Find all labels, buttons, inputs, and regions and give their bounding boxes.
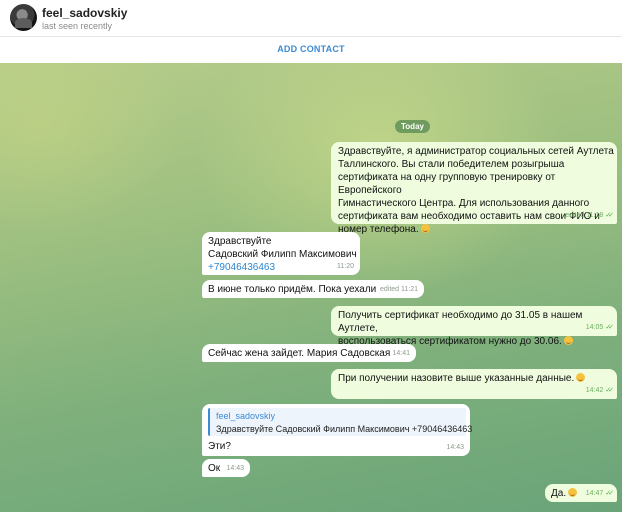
incoming-message[interactable]: Ок 14:43 — [202, 459, 250, 477]
chat-header: feel_sadovskiy last seen recently — [0, 0, 622, 36]
message-meta: edited 11:18 ✓✓ — [565, 209, 614, 222]
message-body: Здравствуйте Садовский Филипп Максимович — [208, 236, 357, 260]
date-separator: Today — [395, 120, 430, 133]
message-time: 14:43 — [446, 444, 464, 451]
message-text: Эти? — [208, 441, 231, 452]
incoming-message[interactable]: feel_sadovskiy Здравствуйте Садовский Фи… — [202, 404, 472, 456]
add-contact-button[interactable]: ADD CONTACT — [0, 44, 622, 54]
double-check-icon: ✓✓ — [605, 324, 614, 331]
incoming-message[interactable]: В июне только придём. Пока уехали edited… — [202, 280, 424, 298]
message-text: Да. — [551, 487, 578, 500]
message-meta: 14:05 ✓✓ — [585, 321, 614, 334]
smirk-emoji-icon — [420, 224, 430, 233]
smirk-emoji-icon — [576, 373, 586, 382]
message-time: edited 11:21 — [379, 286, 418, 293]
phone-link[interactable]: +79046436463 — [208, 262, 275, 273]
message-body: При получении назовите выше указанные да… — [338, 373, 575, 384]
message-time: edited 11:18 — [565, 212, 604, 219]
smirk-emoji-icon — [568, 488, 578, 497]
double-check-icon: ✓✓ — [605, 387, 614, 394]
message-meta: 14:42 ✓✓ — [585, 384, 614, 397]
message-meta: 14:47 ✓✓ — [585, 487, 614, 500]
contact-name[interactable]: feel_sadovskiy — [42, 6, 127, 20]
contact-status: last seen recently — [42, 21, 113, 31]
smirk-emoji-icon — [563, 336, 573, 345]
incoming-message[interactable]: Здравствуйте Садовский Филипп Максимович… — [202, 232, 360, 275]
incoming-message[interactable]: Сейчас жена зайдет. Мария Садовская 14:4… — [202, 344, 416, 362]
outgoing-message[interactable]: При получении назовите выше указанные да… — [331, 369, 617, 399]
message-text: При получении назовите выше указанные да… — [338, 372, 608, 385]
reply-author: feel_sadovskiy — [216, 411, 276, 421]
message-body: Получить сертификат необходимо до 31.05 … — [338, 310, 583, 347]
chat-area[interactable]: Today Здравствуйте, я администратор соци… — [0, 63, 622, 512]
message-text: Получить сертификат необходимо до 31.05 … — [338, 309, 608, 348]
message-text: Здравствуйте, я администратор социальных… — [338, 145, 614, 236]
message-time: 14:05 — [585, 324, 604, 331]
message-time: 14:47 — [585, 490, 604, 497]
reply-quote[interactable]: feel_sadovskiy Здравствуйте Садовский Фи… — [208, 408, 472, 436]
message-time: 14:42 — [585, 387, 604, 394]
message-text: В июне только придём. Пока уехали — [208, 284, 377, 295]
message-time: 11:20 — [337, 263, 354, 270]
message-time: 14:41 — [392, 350, 410, 357]
double-check-icon: ✓✓ — [605, 212, 614, 219]
message-text: Ок — [208, 463, 221, 474]
message-time: 14:43 — [226, 465, 244, 472]
message-text: Сейчас жена зайдет. Мария Садовская — [208, 348, 391, 359]
message-body: Да. — [551, 488, 567, 499]
outgoing-message[interactable]: Получить сертификат необходимо до 31.05 … — [331, 306, 617, 347]
message-text: Здравствуйте Садовский Филипп Максимович… — [208, 235, 358, 274]
outgoing-message[interactable]: Здравствуйте, я администратор социальных… — [331, 142, 617, 235]
add-contact-bar: ADD CONTACT — [0, 36, 622, 64]
avatar[interactable] — [10, 4, 37, 31]
reply-text: Здравствуйте Садовский Филипп Максимович… — [216, 424, 473, 434]
double-check-icon: ✓✓ — [605, 490, 614, 497]
outgoing-message[interactable]: Да. 14:47 ✓✓ — [545, 484, 617, 502]
